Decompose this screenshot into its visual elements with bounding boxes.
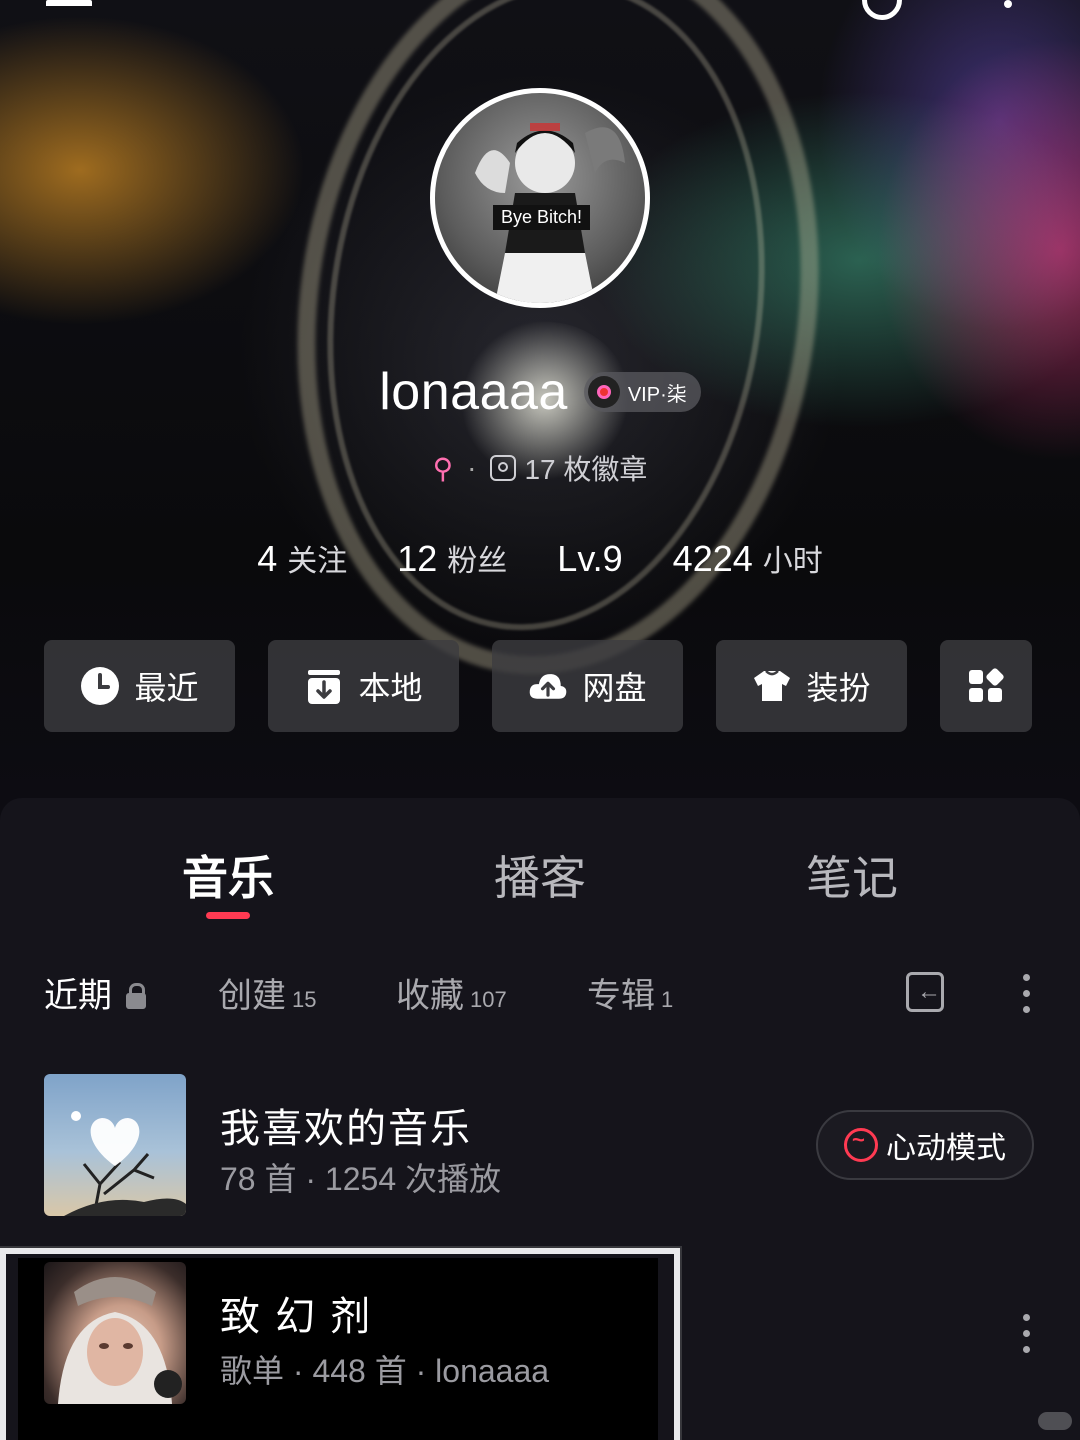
stat-label: 粉丝 xyxy=(447,545,508,578)
download-box-icon xyxy=(308,670,341,704)
recent-label: 最近 xyxy=(134,670,199,706)
stat-label: 小时 xyxy=(762,545,823,578)
stat-followers[interactable]: 12 粉丝 xyxy=(397,536,507,580)
dress-up-label: 装扮 xyxy=(806,670,871,706)
content-tabs: 音乐 播客 笔记 xyxy=(0,842,1080,932)
subtab-label: 收藏 xyxy=(396,977,464,1015)
apps-grid-icon xyxy=(969,668,1004,702)
subtab-label: 创建 xyxy=(218,977,286,1015)
menu-icon[interactable] xyxy=(46,0,92,20)
watermark-logo xyxy=(1038,1412,1072,1430)
cloud-upload-icon xyxy=(530,674,567,699)
subtab-count: 1 xyxy=(661,987,674,1012)
stat-value: Lv.9 xyxy=(557,538,623,579)
local-button[interactable]: 本地 xyxy=(268,640,459,732)
tab-music[interactable]: 音乐 xyxy=(182,842,274,908)
cloud-drive-label: 网盘 xyxy=(582,670,647,706)
tab-podcast[interactable]: 播客 xyxy=(494,842,586,908)
active-tab-indicator xyxy=(206,912,250,919)
stat-level[interactable]: Lv.9 xyxy=(557,538,622,580)
quick-actions: 最近 本地 网盘 装扮 xyxy=(44,640,1032,732)
playlist-meta: 歌单 · 448 首 · lonaaaa xyxy=(220,1353,550,1389)
heartbeat-mode-button[interactable]: 心动模式 xyxy=(816,1110,1034,1180)
playlist-more-icon[interactable] xyxy=(1023,1314,1031,1362)
lock-icon xyxy=(126,983,146,1009)
tshirt-icon xyxy=(754,670,791,701)
hallucinogen-cover-art xyxy=(58,1277,182,1404)
female-gender-icon: ⚲ xyxy=(432,452,454,484)
more-icon[interactable] xyxy=(1004,0,1012,8)
cloud-drive-button[interactable]: 网盘 xyxy=(492,640,683,732)
vinyl-disc-icon xyxy=(587,376,620,408)
playlist-meta: 78 首 · 1254 次播放 xyxy=(220,1161,502,1197)
badges-link[interactable]: 17 枚徽章 xyxy=(490,448,647,488)
subtab-count: 15 xyxy=(292,987,317,1012)
clock-icon xyxy=(81,667,120,705)
subtab-recent[interactable]: 近期 xyxy=(44,968,146,1017)
recent-button[interactable]: 最近 xyxy=(44,640,235,732)
stat-label: 关注 xyxy=(287,545,348,578)
subtab-favorites[interactable]: 收藏 107 xyxy=(396,968,507,1017)
tab-notes[interactable]: 笔记 xyxy=(806,842,898,908)
badges-count-text: 17 枚徽章 xyxy=(524,454,648,485)
stat-following[interactable]: 4 关注 xyxy=(257,536,347,580)
name-row: lonaaaa VIP·柒 xyxy=(0,362,1080,422)
username: lonaaaa xyxy=(379,363,568,421)
subtab-created[interactable]: 创建 15 xyxy=(218,968,316,1017)
dress-up-button[interactable]: 装扮 xyxy=(716,640,907,732)
import-playlist-icon[interactable] xyxy=(906,972,944,1012)
more-apps-button[interactable] xyxy=(940,640,1032,732)
subtabs-more-icon[interactable] xyxy=(1023,974,1031,1022)
avatar-illustration xyxy=(475,123,625,303)
playlist-cover-hallucinogen[interactable] xyxy=(44,1262,186,1404)
stats-row: 4 关注 12 粉丝 Lv.9 4224 小时 xyxy=(0,536,1080,580)
stat-listen-hours[interactable]: 4224 小时 xyxy=(673,536,823,580)
avatar-caption: Bye Bitch! xyxy=(493,205,591,230)
local-label: 本地 xyxy=(358,670,423,706)
playlist-title[interactable]: 致 幻 剂 xyxy=(220,1284,372,1342)
subtab-count: 107 xyxy=(470,987,507,1012)
subtab-label: 近期 xyxy=(44,977,112,1015)
vip-label: VIP·柒 xyxy=(627,383,687,406)
stat-value: 12 xyxy=(397,538,438,579)
heartbeat-icon xyxy=(844,1127,878,1162)
liked-cover-art xyxy=(64,1111,186,1216)
stat-value: 4224 xyxy=(672,538,753,579)
medal-icon xyxy=(490,455,517,481)
profile-sub-info: ⚲ · 17 枚徽章 xyxy=(0,448,1080,488)
playlist-title[interactable]: 我喜欢的音乐 xyxy=(220,1096,472,1154)
subtab-label: 专辑 xyxy=(587,977,655,1015)
separator-dot: · xyxy=(467,452,477,483)
heartbeat-mode-label: 心动模式 xyxy=(886,1132,1006,1165)
subtab-albums[interactable]: 专辑 1 xyxy=(587,968,673,1017)
vip-badge[interactable]: VIP·柒 xyxy=(583,372,701,412)
stat-value: 4 xyxy=(257,538,278,579)
playlist-cover-liked[interactable] xyxy=(44,1074,186,1216)
avatar[interactable]: Bye Bitch! xyxy=(430,88,650,308)
